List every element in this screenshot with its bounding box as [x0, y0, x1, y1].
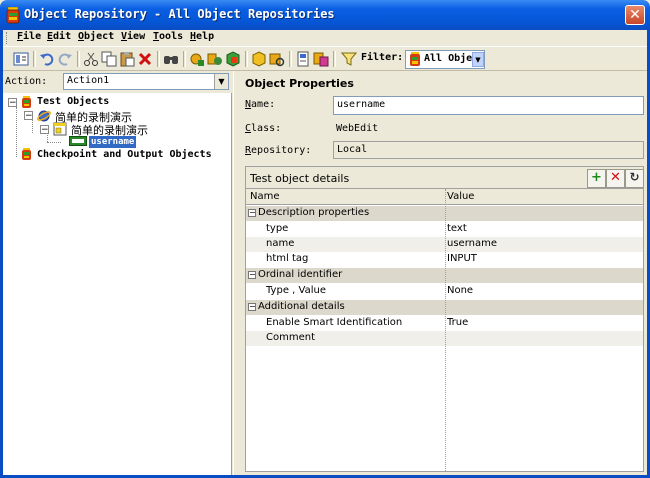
tree-item-test-objects[interactable]: Test Objects	[37, 96, 109, 107]
close-button[interactable]: ✕	[625, 5, 645, 25]
column-header-value: Value	[447, 191, 475, 202]
redo-icon[interactable]	[57, 51, 73, 67]
property-name: Enable Smart Identification	[266, 317, 403, 328]
group-collapse-toggle[interactable]: −	[248, 303, 256, 311]
filter-icon[interactable]	[340, 51, 358, 67]
tree-item-checkpoints[interactable]: Checkpoint and Output Objects	[37, 149, 212, 160]
tree-line	[32, 119, 33, 133]
menu-object[interactable]: Object	[78, 31, 114, 42]
menu-view[interactable]: View	[121, 31, 145, 42]
property-name: name	[266, 238, 295, 249]
menu-bar: File Edit Object View Tools Help	[3, 30, 647, 46]
add-objects-icon[interactable]	[189, 51, 205, 67]
class-label: Class:	[245, 123, 282, 134]
toolbar-separator	[77, 51, 80, 67]
delete-icon[interactable]	[137, 51, 153, 67]
repository-icon	[22, 96, 31, 108]
highlight-icon[interactable]	[251, 51, 267, 67]
menu-grip[interactable]	[6, 32, 8, 44]
menu-tools[interactable]: Tools	[153, 31, 183, 42]
toolbar-separator	[289, 51, 292, 67]
locate-icon[interactable]	[269, 51, 285, 67]
tree-item-username[interactable]: username	[89, 136, 137, 148]
object-tree-pane: Action: Action1 ▼ − Test Objects − 简单的录制…	[3, 71, 232, 475]
tree-line	[47, 142, 61, 143]
repository-label: Repository:	[245, 145, 312, 156]
tree-collapse-toggle[interactable]: −	[24, 111, 33, 121]
menu-edit[interactable]: Edit	[47, 31, 71, 42]
chevron-down-icon[interactable]: ▼	[472, 52, 484, 67]
object-spy-icon[interactable]	[295, 51, 311, 67]
browser-icon	[37, 110, 51, 122]
toolbar-separator	[33, 51, 36, 67]
details-title: Test object details	[250, 172, 350, 185]
filter-value: All Obje	[424, 53, 473, 64]
paste-icon[interactable]	[119, 51, 135, 67]
tree-collapse-toggle[interactable]: −	[8, 98, 17, 108]
find-icon[interactable]	[163, 51, 179, 67]
remove-property-button[interactable]: ✕	[606, 169, 625, 188]
tree-collapse-toggle[interactable]: −	[40, 125, 49, 135]
name-field[interactable]: username	[333, 96, 644, 115]
menu-file[interactable]: File	[17, 31, 41, 42]
refresh-icon[interactable]: ↻	[625, 169, 644, 188]
action-label: Action:	[5, 76, 48, 87]
group-collapse-toggle[interactable]: −	[248, 271, 256, 279]
copy-icon[interactable]	[101, 51, 117, 67]
group-label: Ordinal identifier	[258, 269, 343, 280]
toolbar: Filter: All Obje ▼	[3, 46, 647, 71]
group-label: Additional details	[258, 301, 345, 312]
cut-icon[interactable]	[83, 51, 99, 67]
repository-icon	[6, 6, 20, 24]
title-bar[interactable]: Object Repository - All Object Repositor…	[0, 0, 650, 30]
tree-line	[16, 107, 17, 157]
properties-header: Object Properties	[245, 77, 354, 90]
filter-dropdown[interactable]: All Obje ▼	[405, 50, 485, 69]
chevron-down-icon[interactable]: ▼	[214, 74, 228, 89]
repository-icon	[410, 52, 420, 66]
toolbar-separator	[333, 51, 336, 67]
window-title: Object Repository - All Object Repositor…	[24, 7, 335, 21]
group-collapse-toggle[interactable]: −	[248, 209, 256, 217]
webedit-icon	[69, 136, 87, 146]
object-properties-icon[interactable]	[13, 51, 29, 67]
action-dropdown[interactable]: Action1 ▼	[63, 73, 229, 90]
property-value[interactable]: username	[447, 238, 497, 249]
column-header-name: Name	[250, 191, 280, 202]
toolbar-separator	[157, 51, 160, 67]
checkpoint-repository-icon	[22, 148, 31, 160]
update-objects-icon[interactable]	[207, 51, 223, 67]
undo-icon[interactable]	[39, 51, 55, 67]
column-divider[interactable]	[445, 189, 446, 471]
add-property-button[interactable]: +	[587, 169, 606, 188]
toolbar-separator	[245, 51, 248, 67]
group-label: Description properties	[258, 207, 370, 218]
name-label: Name:	[245, 99, 276, 110]
associate-repositories-icon[interactable]	[313, 51, 329, 67]
toolbar-separator	[183, 51, 186, 67]
action-value: Action1	[67, 75, 110, 86]
class-value: WebEdit	[336, 123, 379, 134]
action-bar: Action: Action1 ▼	[3, 71, 232, 93]
property-name: html tag	[266, 253, 309, 264]
property-name: type	[266, 223, 289, 234]
filter-label: Filter:	[361, 52, 404, 63]
details-header: Test object details + ✕ ↻	[246, 167, 644, 189]
property-name: Comment	[266, 332, 315, 343]
merge-objects-icon[interactable]	[225, 51, 241, 67]
property-name: Type , Value	[266, 285, 326, 296]
page-icon	[53, 122, 67, 136]
test-object-details: Test object details + ✕ ↻ Name Value − D…	[245, 166, 644, 472]
property-value[interactable]: True	[447, 317, 468, 328]
object-properties-pane: Object Properties Name: username Class: …	[233, 71, 647, 475]
property-value[interactable]: INPUT	[447, 253, 477, 264]
menu-help[interactable]: Help	[190, 31, 214, 42]
property-value[interactable]: None	[447, 285, 473, 296]
repository-field: Local	[333, 141, 644, 159]
property-value[interactable]: text	[447, 223, 467, 234]
